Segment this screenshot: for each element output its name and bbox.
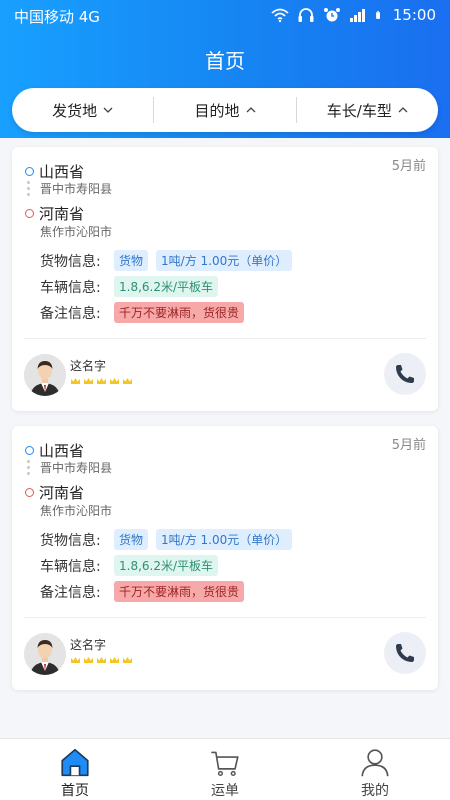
crown-icon	[97, 378, 106, 384]
signal-icon	[349, 9, 365, 22]
home-icon	[61, 748, 89, 777]
destination-dot	[25, 209, 34, 218]
shipment-card[interactable]: 5月前 山西省 晋中市寿阳县 河南省 焦作市沁阳市 货物信息: 货物 1吨/方 …	[12, 426, 438, 690]
cargo-info-label: 货物信息:	[40, 532, 101, 549]
status-bar: 中国移动 4G 15:00	[0, 0, 450, 32]
origin-dot	[25, 167, 34, 176]
remark-info-label: 备注信息:	[40, 584, 101, 601]
vehicle-tag: 1.8,6.2米/平板车	[114, 555, 219, 576]
crown-icon	[71, 378, 80, 384]
avatar[interactable]	[24, 354, 66, 396]
remark-tag: 千万不要淋雨，货很贵	[114, 302, 245, 323]
carrier-label: 中国移动 4G	[14, 8, 100, 26]
cargo-info-label: 货物信息:	[40, 253, 101, 270]
vehicle-info-label: 车辆信息:	[40, 279, 101, 296]
cargo-info-row: 货物信息: 货物 1吨/方 1.00元（单价）	[40, 250, 293, 271]
crown-icon	[84, 657, 93, 663]
tab-orders[interactable]: 运单	[150, 739, 300, 800]
wifi-icon	[271, 8, 289, 23]
filter-origin[interactable]: 发货地	[12, 88, 153, 132]
crown-icon	[71, 657, 80, 663]
tab-profile[interactable]: 我的	[300, 739, 450, 800]
origin-city: 晋中市寿阳县	[40, 182, 113, 196]
shipment-card[interactable]: 5月前 山西省 晋中市寿阳县 河南省 焦作市沁阳市 货物信息: 货物 1吨/方 …	[12, 147, 438, 411]
route-line	[27, 460, 31, 478]
destination-province: 河南省	[39, 205, 85, 223]
call-button[interactable]	[384, 353, 426, 395]
origin-city: 晋中市寿阳县	[40, 461, 113, 475]
remark-info-row: 备注信息: 千万不要淋雨，货很贵	[40, 581, 245, 602]
remark-info-label: 备注信息:	[40, 305, 101, 322]
tab-profile-label: 我的	[361, 783, 389, 799]
tab-home-label: 首页	[61, 783, 89, 799]
origin-province: 山西省	[39, 163, 85, 181]
destination-dot	[25, 488, 34, 497]
destination-city: 焦作市沁阳市	[40, 504, 113, 518]
user-icon	[361, 749, 389, 777]
page-title: 首页	[205, 49, 245, 73]
rating-stars	[70, 377, 133, 385]
chevron-down-icon	[103, 107, 113, 113]
vehicle-info-row: 车辆信息: 1.8,6.2米/平板车	[40, 276, 219, 297]
clock: 15:00	[392, 6, 436, 24]
cargo-info-row: 货物信息: 货物 1吨/方 1.00元（单价）	[40, 529, 293, 550]
crown-icon	[110, 378, 119, 384]
alarm-icon	[323, 8, 340, 22]
origin-province: 山西省	[39, 442, 85, 460]
bottom-tab-bar: 首页 运单 我的	[0, 738, 450, 800]
cargo-price-tag: 1吨/方 1.00元（单价）	[156, 250, 293, 271]
card-divider	[24, 338, 426, 339]
destination-province: 河南省	[39, 484, 85, 502]
avatar[interactable]	[24, 633, 66, 675]
remark-info-row: 备注信息: 千万不要淋雨，货很贵	[40, 302, 245, 323]
filter-destination-label: 目的地	[194, 101, 240, 120]
headphones-icon	[298, 8, 314, 22]
cargo-type-tag: 货物	[114, 250, 149, 271]
phone-icon	[396, 365, 414, 383]
filter-destination[interactable]: 目的地	[154, 88, 295, 132]
destination-city: 焦作市沁阳市	[40, 225, 113, 239]
crown-icon	[97, 657, 106, 663]
crown-icon	[84, 378, 93, 384]
status-icons: 15:00	[271, 6, 436, 24]
crown-icon	[123, 657, 132, 663]
cargo-price-tag: 1吨/方 1.00元（单价）	[156, 529, 293, 550]
post-time: 5月前	[391, 159, 426, 174]
card-divider	[24, 617, 426, 618]
phone-icon	[396, 644, 414, 662]
post-time: 5月前	[391, 438, 426, 453]
chevron-up-icon	[398, 107, 408, 113]
cargo-type-tag: 货物	[114, 529, 149, 550]
route-line	[27, 181, 31, 199]
crown-icon	[110, 657, 119, 663]
vehicle-tag: 1.8,6.2米/平板车	[114, 276, 219, 297]
tab-home[interactable]: 首页	[0, 739, 150, 800]
filter-bar: 发货地 目的地 车长/车型	[12, 88, 438, 132]
chevron-up-icon	[246, 107, 255, 113]
filter-vehicle[interactable]: 车长/车型	[297, 88, 438, 132]
vehicle-info-row: 车辆信息: 1.8,6.2米/平板车	[40, 555, 219, 576]
tab-orders-label: 运单	[211, 783, 239, 799]
call-button[interactable]	[384, 632, 426, 674]
origin-dot	[25, 446, 34, 455]
user-name: 这名字	[70, 638, 107, 652]
filter-origin-label: 发货地	[52, 101, 98, 120]
filter-vehicle-label: 车长/车型	[326, 101, 392, 120]
battery-icon	[375, 11, 380, 19]
rating-stars	[70, 656, 133, 664]
cart-icon	[211, 751, 239, 776]
crown-icon	[123, 378, 132, 384]
remark-tag: 千万不要淋雨，货很贵	[114, 581, 245, 602]
vehicle-info-label: 车辆信息:	[40, 558, 101, 575]
user-name: 这名字	[70, 359, 107, 373]
